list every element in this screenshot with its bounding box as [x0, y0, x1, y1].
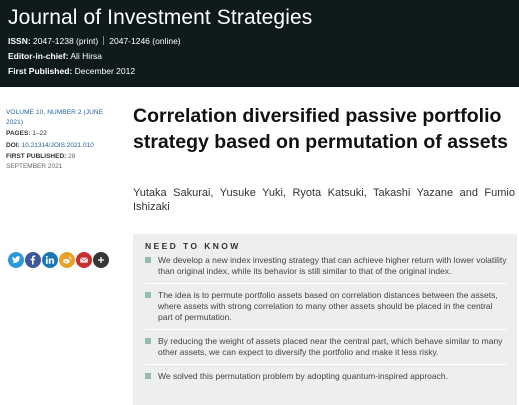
pages-label: PAGES:: [6, 130, 31, 137]
first-published-line: First Published: December 2012: [8, 66, 519, 77]
bullet-icon: [145, 338, 151, 344]
email-icon[interactable]: [76, 252, 92, 268]
editor-line: Editor-in-chief: Ali Hirsa: [8, 51, 519, 62]
bullet-icon: [145, 257, 151, 263]
share-icon[interactable]: [93, 252, 109, 268]
list-item: We develop a new index investing strateg…: [145, 255, 507, 284]
email-glyph: [80, 257, 88, 263]
issn-line: ISSN: 2047-1238 (print) 2047-1246 (online…: [8, 36, 519, 47]
doi-link[interactable]: 10.21314/JOIS.2021.010: [22, 142, 94, 149]
twitter-glyph: [12, 256, 21, 264]
list-item-text: The idea is to permute portfolio assets …: [158, 290, 498, 322]
facebook-icon[interactable]: [25, 252, 41, 268]
pages-line: PAGES: 1–22: [6, 129, 116, 139]
list-item: By reducing the weight of assets placed …: [145, 336, 507, 365]
list-item: The idea is to permute portfolio assets …: [145, 290, 507, 330]
list-item-text: We develop a new index investing strateg…: [158, 255, 507, 276]
linkedin-icon[interactable]: [42, 252, 58, 268]
twitter-icon[interactable]: [8, 252, 24, 268]
article-authors: Yutaka Sakurai, Yusuke Yuki, Ryota Katsu…: [133, 187, 515, 213]
issn-online: 2047-1246 (online): [109, 36, 181, 46]
weibo-icon[interactable]: [59, 252, 75, 268]
divider: [103, 36, 105, 45]
issn-label: ISSN:: [8, 36, 31, 46]
linkedin-glyph: [45, 255, 54, 264]
first-published-meta: FIRST PUBLISHED: 28 SEPTEMBER 2021: [6, 152, 116, 171]
need-to-know-box: NEED TO KNOW We develop a new index inve…: [133, 234, 517, 405]
need-to-know-heading: NEED TO KNOW: [145, 241, 241, 251]
share-glyph: [98, 257, 104, 263]
article-title: Correlation diversified passive portfoli…: [133, 105, 508, 153]
doi-label: DOI:: [6, 141, 20, 149]
editor-value: Ali Hirsa: [70, 51, 103, 61]
weibo-glyph: [63, 256, 72, 264]
pages-value: 1–22: [32, 130, 47, 137]
share-bar: [8, 252, 109, 268]
first-published-value: December 2012: [74, 66, 136, 76]
bullet-icon: [145, 373, 151, 379]
list-item-text: By reducing the weight of assets placed …: [158, 336, 503, 357]
bullet-icon: [145, 292, 151, 298]
article-meta: VOLUME 10, NUMBER 2 (JUNE 2021) PAGES: 1…: [6, 108, 116, 173]
journal-title[interactable]: Journal of Investment Strategies: [8, 6, 519, 30]
journal-header: Journal of Investment Strategies ISSN: 2…: [0, 0, 519, 87]
doi-line: DOI: 10.21314/JOIS.2021.010: [6, 141, 116, 151]
first-published-label: First Published:: [8, 66, 73, 76]
first-published-meta-label: FIRST PUBLISHED:: [6, 153, 67, 160]
list-item-text: We solved this permutation problem by ad…: [158, 371, 448, 381]
list-item: We solved this permutation problem by ad…: [145, 371, 507, 388]
issn-print: 2047-1238 (print): [33, 36, 99, 46]
editor-label: Editor-in-chief:: [8, 51, 69, 61]
need-to-know-list: We develop a new index investing strateg…: [145, 255, 507, 388]
volume-link[interactable]: VOLUME 10, NUMBER 2 (JUNE 2021): [6, 108, 116, 127]
facebook-glyph: [30, 255, 36, 265]
